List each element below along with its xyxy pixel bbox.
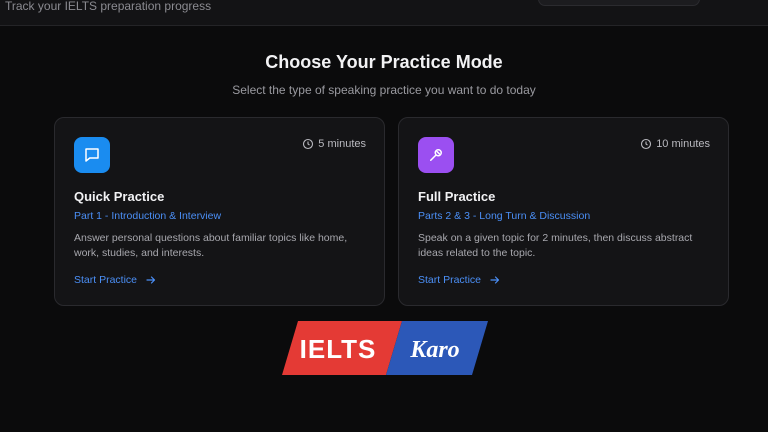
- card-title: Quick Practice: [74, 189, 165, 204]
- start-practice-label: Start Practice: [74, 274, 138, 286]
- arrow-right-icon: [146, 276, 156, 284]
- card-description: Answer personal questions about familiar…: [74, 232, 348, 259]
- chat-bubble-icon: [74, 137, 110, 173]
- top-bar: Track your IELTS preparation progress: [0, 0, 768, 26]
- microphone-icon: [418, 137, 454, 173]
- start-practice-link[interactable]: Start Practice: [418, 274, 501, 286]
- card-part-label: Part 1 - Introduction & Interview: [74, 210, 222, 222]
- quick-practice-card[interactable]: 5 minutes Quick Practice Part 1 - Introd…: [54, 117, 385, 306]
- clock-icon: [641, 138, 652, 150]
- card-part-label: Parts 2 & 3 - Long Turn & Discussion: [418, 210, 591, 222]
- arrow-right-icon: [490, 276, 500, 284]
- logo-word-right: Karo: [409, 337, 459, 363]
- duration-text: 10 minutes: [656, 138, 710, 150]
- page-title: Choose Your Practice Mode: [265, 52, 503, 72]
- full-practice-card[interactable]: 10 minutes Full Practice Parts 2 & 3 - L…: [398, 117, 729, 306]
- clock-icon: [303, 138, 314, 150]
- duration-badge: 10 minutes: [640, 138, 710, 150]
- ielts-karo-logo: IELTS Karo: [282, 321, 488, 375]
- start-practice-link[interactable]: Start Practice: [74, 274, 157, 286]
- header-subtitle: Track your IELTS preparation progress: [5, 0, 212, 13]
- logo-word-left: IELTS: [300, 334, 377, 364]
- card-description: Speak on a given topic for 2 minutes, th…: [418, 232, 693, 259]
- duration-badge: 5 minutes: [302, 138, 366, 150]
- card-title: Full Practice: [418, 189, 496, 204]
- start-practice-label: Start Practice: [418, 274, 482, 286]
- header-search-box[interactable]: [538, 0, 700, 6]
- duration-text: 5 minutes: [318, 138, 366, 150]
- page-subtitle: Select the type of speaking practice you…: [232, 83, 536, 97]
